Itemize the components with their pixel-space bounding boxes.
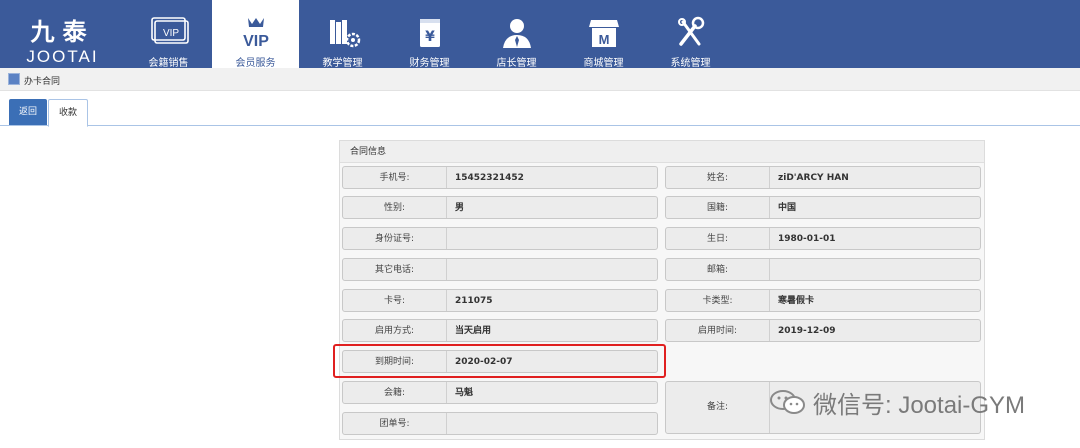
field-label: 会籍:	[343, 382, 447, 403]
nav-label: 会员服务	[235, 58, 276, 69]
manager-icon	[502, 19, 531, 48]
tab-payment[interactable]: 收款	[48, 99, 89, 127]
breadcrumb: 办卡合同	[0, 68, 1080, 91]
field-label: 启用时间:	[666, 320, 770, 341]
field-membership: 会籍: 马魁	[342, 381, 658, 404]
field-value: 马魁	[455, 388, 474, 398]
highlight-box	[333, 344, 666, 378]
field-label: 性别:	[343, 197, 447, 218]
field-label: 其它电话:	[343, 259, 447, 280]
logo-en: JOOTAI	[26, 47, 99, 66]
wechat-watermark: 微信号: Jootai-GYM	[768, 385, 1058, 419]
nav-label: 会籍销售	[148, 58, 189, 69]
field-label: 身份证号:	[343, 228, 447, 249]
tools-icon	[677, 16, 704, 46]
vip-crown-icon: VIP	[243, 18, 269, 50]
top-nav-bar: 九泰 JOOTAI VIP 会籍销售 VIP 会员服务 教学管理 ¥ 财务管理 …	[0, 0, 1080, 69]
field-label: 生日:	[666, 228, 770, 249]
nav-membership-sales[interactable]: VIP 会籍销售	[125, 0, 212, 69]
field-value: 男	[455, 203, 465, 213]
field-card-type: 卡类型: 寒暑假卡	[665, 289, 981, 312]
nav-manager[interactable]: 店长管理	[473, 0, 560, 69]
field-label: 团单号:	[343, 413, 447, 434]
field-value: 15452321452	[455, 173, 524, 183]
field-gender: 性别: 男	[342, 196, 658, 219]
vip-crown-text: VIP	[243, 33, 269, 50]
field-start-date: 启用时间: 2019-12-09	[665, 319, 981, 342]
field-birthday: 生日: 1980-01-01	[665, 227, 981, 250]
nav-label: 财务管理	[409, 58, 450, 69]
logo-cn: 九泰	[30, 17, 95, 46]
field-id-number: 身份证号:	[342, 227, 658, 250]
vip-card-text: VIP	[162, 28, 178, 39]
field-nationality: 国籍: 中国	[665, 196, 981, 219]
nav-label: 教学管理	[322, 58, 363, 69]
field-value: 1980-01-01	[778, 234, 836, 244]
field-value: ziD'ARCY HAN	[778, 173, 849, 183]
nav-label: 商城管理	[583, 58, 624, 69]
field-phone: 手机号: 15452321452	[342, 166, 658, 189]
field-group-number: 团单号:	[342, 412, 658, 435]
field-card-number: 卡号: 211075	[342, 289, 658, 312]
field-value: 寒暑假卡	[778, 296, 815, 306]
wechat-icon	[770, 390, 805, 414]
nav-finance[interactable]: ¥ 财务管理	[386, 0, 473, 69]
field-name: 姓名: ziD'ARCY HAN	[665, 166, 981, 189]
field-other-phone: 其它电话:	[342, 258, 658, 281]
field-activation-method: 启用方式: 当天启用	[342, 319, 658, 342]
field-value: 2019-12-09	[778, 326, 836, 336]
nav-store[interactable]: M 商城管理	[560, 0, 647, 69]
svg-text:¥: ¥	[425, 29, 435, 45]
breadcrumb-text: 办卡合同	[24, 77, 61, 87]
nav-system[interactable]: 系统管理	[647, 0, 734, 69]
field-label: 备注:	[666, 382, 770, 433]
jootai-logo[interactable]: 九泰 JOOTAI	[0, 0, 125, 68]
field-label: 手机号:	[343, 167, 447, 188]
field-value: 中国	[778, 203, 797, 213]
yen-box-icon: ¥	[419, 19, 440, 47]
nav-teaching[interactable]: 教学管理	[299, 0, 386, 69]
panel-title: 合同信息	[340, 141, 984, 163]
nav-label: 系统管理	[670, 58, 711, 69]
svg-text:M: M	[598, 32, 609, 47]
field-label: 卡类型:	[666, 290, 770, 311]
nav-member-service[interactable]: VIP 会员服务	[212, 0, 299, 69]
contract-icon	[8, 73, 20, 85]
nav-label: 店长管理	[496, 58, 537, 69]
field-value: 211075	[455, 296, 493, 306]
field-email: 邮箱:	[665, 258, 981, 281]
field-label: 姓名:	[666, 167, 770, 188]
vip-card-icon: VIP	[150, 17, 189, 44]
books-gear-icon	[329, 20, 360, 48]
field-label: 国籍:	[666, 197, 770, 218]
field-label: 启用方式:	[343, 320, 447, 341]
tab-back[interactable]: 返回	[9, 99, 48, 125]
store-icon: M	[588, 20, 619, 47]
field-value: 当天启用	[455, 326, 492, 336]
field-label: 卡号:	[343, 290, 447, 311]
watermark-text: 微信号: Jootai-GYM	[813, 392, 1026, 419]
field-label: 邮箱:	[666, 259, 770, 280]
tab-bar: 返回 收款	[0, 96, 1080, 127]
